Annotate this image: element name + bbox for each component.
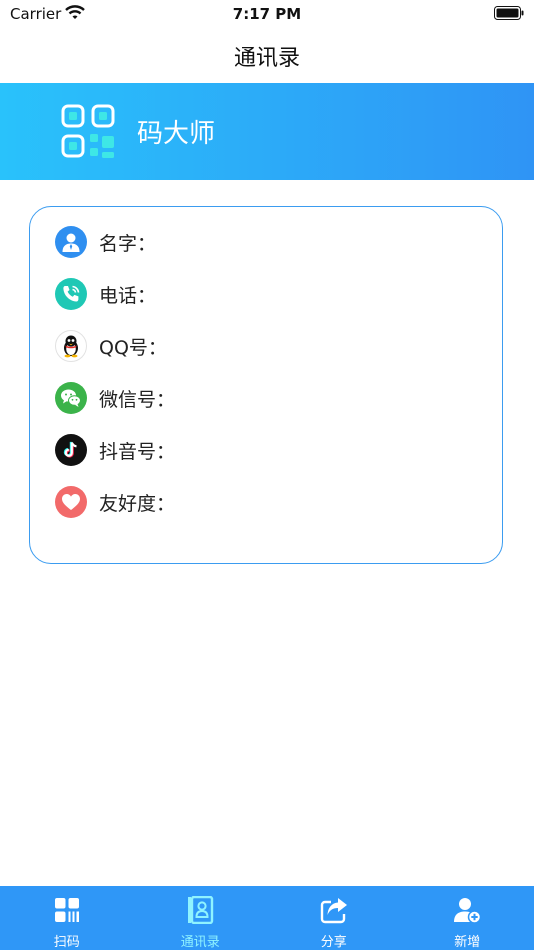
banner: 码大师 (0, 83, 534, 180)
wechat-icon (55, 382, 87, 414)
qq-penguin-icon (55, 330, 87, 362)
wechat-label: 微信号： (99, 388, 176, 411)
name-label: 名字： (99, 232, 157, 255)
status-bar: Carrier 7:17 PM (0, 0, 534, 28)
qq-label: QQ号： (99, 336, 167, 359)
brand-title: 码大师 (137, 119, 216, 149)
navigation-bar: 通讯录 (0, 28, 534, 84)
add-user-icon (454, 898, 482, 924)
tiktok-label: 抖音号： (99, 440, 176, 463)
tab-contacts-label: 通讯录 (180, 935, 220, 950)
phone-label: 电话： (99, 284, 157, 307)
tiktok-icon (55, 434, 87, 466)
heart-icon (55, 486, 87, 518)
page-title: 通讯录 (233, 46, 300, 71)
contact-card: 名字： 电话： QQ号： 微信号： 抖音号： 友好度： (29, 206, 503, 564)
wechat-row: 微信号： (55, 381, 175, 415)
friendliness-row: 友好度： (55, 485, 175, 519)
tab-scan[interactable]: 扫码 (0, 886, 134, 950)
battery-icon (494, 6, 524, 20)
tab-add-label: 新增 (454, 935, 481, 950)
tab-share[interactable]: 分享 (267, 886, 401, 950)
name-row: 名字： (55, 225, 156, 259)
tab-share-label: 分享 (320, 935, 347, 950)
status-time: 7:17 PM (232, 5, 302, 23)
qq-row: QQ号： (55, 329, 167, 363)
qr-logo-icon (61, 104, 115, 158)
scan-grid-icon (54, 898, 79, 922)
phone-icon (55, 278, 87, 310)
share-icon (320, 898, 347, 924)
tab-bar: 扫码 通讯录 分享 新增 (0, 886, 534, 950)
tab-scan-label: 扫码 (53, 935, 80, 950)
friendliness-label: 友好度： (99, 492, 176, 515)
contacts-book-icon (188, 896, 214, 924)
person-icon (55, 226, 87, 258)
tab-contacts[interactable]: 通讯录 (134, 886, 268, 950)
tiktok-row: 抖音号： (55, 433, 175, 467)
tab-add[interactable]: 新增 (401, 886, 534, 950)
phone-row: 电话： (55, 277, 156, 311)
